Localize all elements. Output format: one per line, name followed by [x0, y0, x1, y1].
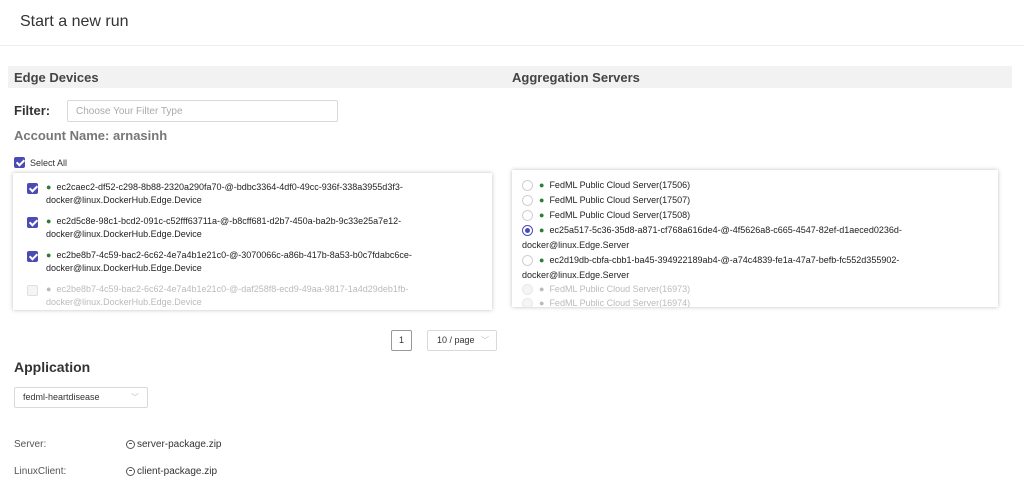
server-item[interactable]: ● FedML Public Cloud Server(17507)	[522, 193, 690, 208]
online-dot-icon: ●	[539, 210, 545, 220]
server-label: FedML Public Cloud Server(17506)	[549, 180, 691, 190]
device-label: ec2caec2-df52-c298-8b88-2320a290fa70-@-b…	[46, 182, 403, 205]
device-item[interactable]: ● ec2be8b7-4c59-bac2-6c62-4e7a4b1e21c0-@-…	[27, 249, 486, 275]
select-all-label: Select All	[30, 157, 68, 168]
server-item[interactable]: ● ec2d19db-cbfa-cbb1-ba45-394922189ab4-@-…	[522, 253, 982, 283]
online-dot-icon: ●	[539, 180, 545, 190]
device-checkbox[interactable]	[27, 217, 38, 228]
server-radio[interactable]	[522, 210, 533, 221]
server-item[interactable]: ● FedML Public Cloud Server(17506)	[522, 178, 690, 193]
client-package-name: client-package.zip	[137, 466, 218, 477]
aggregation-servers-heading: Aggregation Servers	[512, 70, 640, 85]
server-radio	[522, 298, 533, 307]
device-item[interactable]: ● ec2d5c8e-98c1-bcd2-091c-c52fff63711a-@-…	[27, 215, 486, 241]
page-title: Start a new run	[20, 13, 129, 30]
application-selected-value: fedml-heartdisease	[23, 392, 100, 402]
offline-dot-icon: ●	[539, 284, 545, 294]
offline-dot-icon: ●	[539, 298, 545, 307]
client-package-link[interactable]: client-package.zip	[126, 466, 217, 477]
server-radio[interactable]	[522, 195, 533, 206]
server-label: ec2d19db-cbfa-cbb1-ba45-394922189ab4-@-a…	[522, 255, 900, 280]
server-package-name: server-package.zip	[137, 439, 222, 450]
server-item[interactable]: ● FedML Public Cloud Server(17508)	[522, 208, 690, 223]
device-checkbox[interactable]	[27, 183, 38, 194]
page-header: Start a new run	[0, 0, 1024, 46]
package-icon	[126, 440, 135, 449]
application-select[interactable]: fedml-heartdisease ﹀	[14, 387, 148, 408]
aggregation-server-list[interactable]: ● FedML Public Cloud Server(17506) ● Fed…	[512, 170, 998, 307]
online-dot-icon: ●	[539, 225, 545, 235]
chevron-down-icon: ﹀	[481, 336, 489, 345]
application-heading: Application	[14, 359, 91, 375]
online-dot-icon: ●	[46, 216, 52, 226]
online-dot-icon: ●	[539, 195, 545, 205]
server-item: ● FedML Public Cloud Server(16974)	[522, 296, 690, 307]
device-label: ec2d5c8e-98c1-bcd2-091c-c52fff63711a-@-b…	[46, 216, 402, 239]
edge-devices-heading: Edge Devices	[14, 70, 99, 85]
chevron-down-icon: ﹀	[131, 393, 139, 402]
online-dot-icon: ●	[46, 250, 52, 260]
server-radio	[522, 284, 533, 295]
edge-device-list[interactable]: ● ec2caec2-df52-c298-8b88-2320a290fa70-@-…	[13, 173, 492, 310]
offline-dot-icon: ●	[46, 284, 52, 294]
section-bar: Edge Devices Aggregation Servers	[8, 66, 1012, 88]
server-radio[interactable]	[522, 180, 533, 191]
device-checkbox	[27, 285, 38, 296]
page-size-label: 10 / page	[437, 335, 475, 345]
device-label: ec2be8b7-4c59-bac2-6c62-4e7a4b1e21c0-@-3…	[46, 250, 412, 273]
server-item[interactable]: ● ec25a517-5c36-35d8-a871-cf768a616de4-@-…	[522, 223, 982, 253]
server-label: FedML Public Cloud Server(16973)	[549, 284, 691, 294]
server-label: FedML Public Cloud Server(17508)	[549, 210, 691, 220]
account-name: Account Name: arnasinh	[14, 128, 168, 143]
client-package-label: LinuxClient:	[14, 466, 67, 477]
server-label: ec25a517-5c36-35d8-a871-cf768a616de4-@-4…	[522, 225, 902, 250]
device-item: ● ec2be8b7-4c59-bac2-6c62-4e7a4b1e21c0-@-…	[27, 283, 486, 309]
device-checkbox[interactable]	[27, 251, 38, 262]
server-package-link[interactable]: server-package.zip	[126, 439, 221, 450]
device-item[interactable]: ● ec2caec2-df52-c298-8b88-2320a290fa70-@-…	[27, 181, 486, 207]
server-label: FedML Public Cloud Server(16974)	[549, 298, 691, 307]
pagination-page-1[interactable]: 1	[391, 330, 412, 351]
server-item: ● FedML Public Cloud Server(16973)	[522, 282, 690, 297]
server-radio[interactable]	[522, 255, 533, 266]
online-dot-icon: ●	[539, 255, 545, 265]
server-radio[interactable]	[522, 225, 533, 236]
page-size-select[interactable]: 10 / page ﹀	[427, 330, 497, 351]
checkbox-icon[interactable]	[14, 157, 25, 168]
filter-label: Filter:	[14, 103, 51, 118]
server-package-label: Server:	[14, 439, 47, 450]
online-dot-icon: ●	[46, 182, 52, 192]
server-label: FedML Public Cloud Server(17507)	[549, 195, 691, 205]
device-label: ec2be8b7-4c59-bac2-6c62-4e7a4b1e21c0-@-d…	[46, 284, 409, 307]
filter-input[interactable]	[67, 100, 338, 122]
package-icon	[126, 467, 135, 476]
select-all-checkbox[interactable]: Select All	[14, 157, 67, 168]
